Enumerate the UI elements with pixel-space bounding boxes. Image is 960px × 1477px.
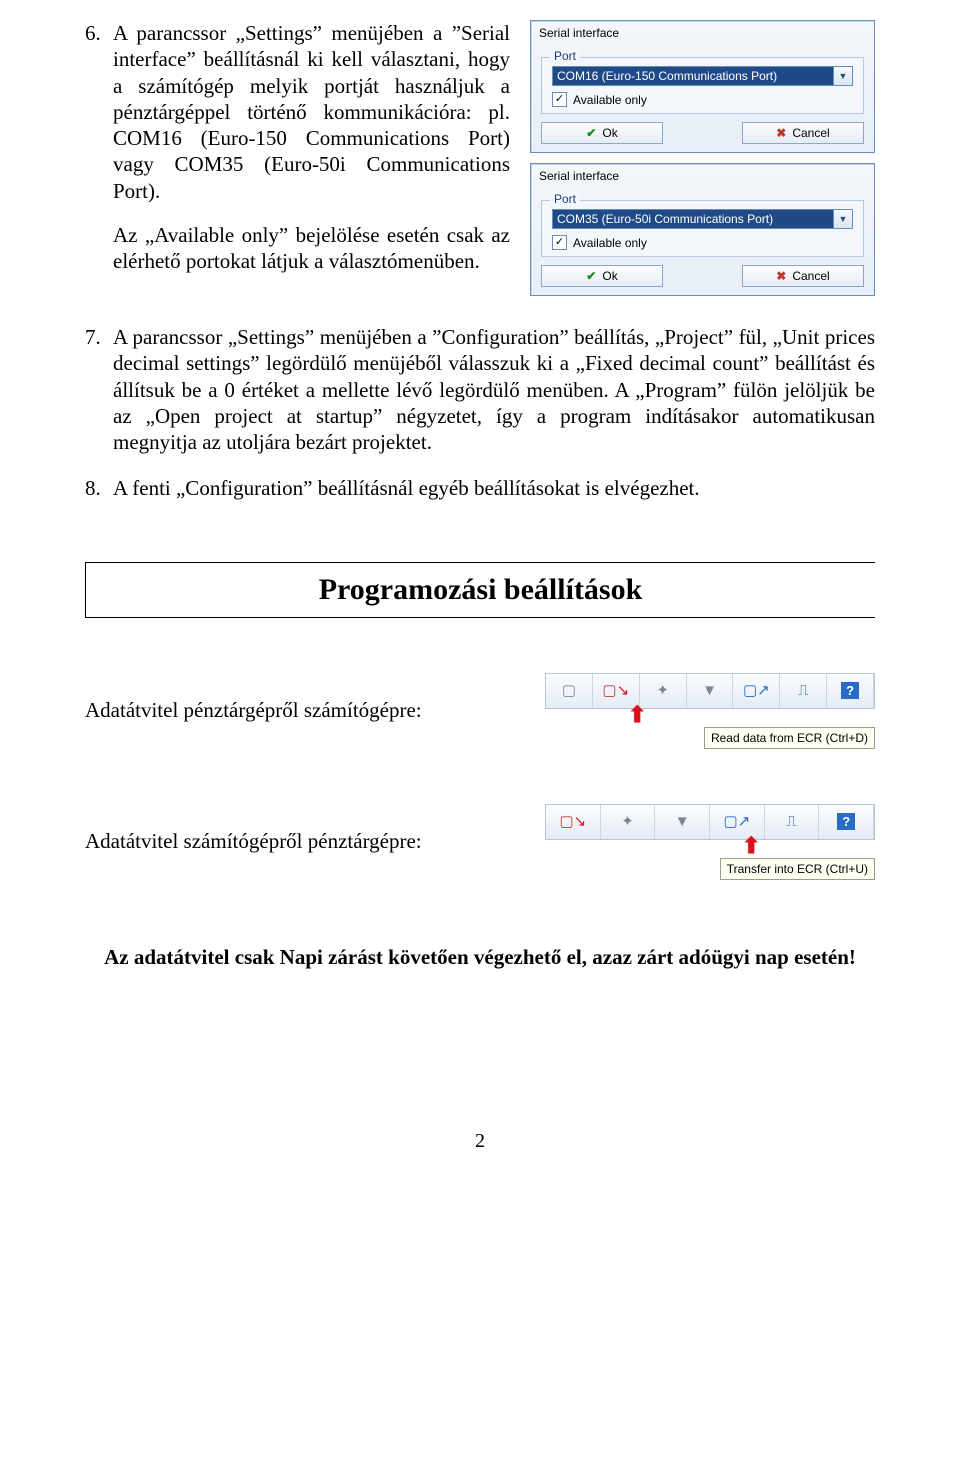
- filter-icon: ▼: [675, 814, 690, 829]
- dropdown-button[interactable]: ▼: [834, 209, 853, 229]
- toolbar-strip: ▢↘ ✦ ▼ ▢↗ ⎍ ? ⬆: [545, 804, 875, 840]
- toolbar-button[interactable]: ▢↘: [546, 805, 601, 839]
- toolbar-button[interactable]: ?: [827, 674, 874, 708]
- export-icon: ▢↗: [743, 683, 770, 698]
- port-select[interactable]: COM16 (Euro-150 Communications Port): [552, 66, 834, 86]
- paragraph: Az „Available only” bejelölése esetén cs…: [113, 222, 510, 275]
- toolbar-screenshot-2: ▢↘ ✦ ▼ ▢↗ ⎍ ? ⬆ Transfer into ECR (Ctrl+…: [545, 804, 875, 880]
- arrow-indicator-icon: ⬆: [628, 704, 646, 726]
- toolbar-button[interactable]: ⎍: [765, 805, 820, 839]
- available-only-label: Available only: [573, 93, 647, 107]
- paragraph: A parancssor „Settings” menüjében a ”Con…: [113, 324, 875, 455]
- toolbar-button[interactable]: ▼: [655, 805, 710, 839]
- serial-interface-dialog-2: Serial interface Port COM35 (Euro-50i Co…: [530, 163, 875, 296]
- dialog-title: Serial interface: [531, 21, 874, 45]
- check-icon: ✔: [586, 269, 596, 283]
- help-icon: ?: [841, 682, 859, 699]
- transfer-label: Adatátvitel pénztárgépről számítógépre:: [85, 698, 422, 723]
- ok-button[interactable]: ✔ Ok: [541, 265, 663, 287]
- toolbar-button[interactable]: ?: [819, 805, 874, 839]
- export-icon: ▢↗: [723, 814, 750, 829]
- groupbox-legend: Port: [550, 192, 580, 206]
- section-title: Programozási beállítások: [85, 562, 875, 618]
- paragraph-list: 7. A parancssor „Settings” menüjében a ”…: [85, 324, 875, 502]
- available-only-checkbox[interactable]: ✓: [552, 92, 567, 107]
- dialog-body: Port COM35 (Euro-50i Communications Port…: [531, 188, 874, 295]
- dialog-title: Serial interface: [531, 164, 874, 188]
- available-only-row: ✓ Available only: [552, 235, 853, 250]
- dialog-button-row: ✔ Ok ✖ Cancel: [541, 122, 864, 144]
- usb-icon: ⎍: [786, 813, 797, 830]
- document-page: 6. A parancssor „Settings” menüjében a ”…: [0, 0, 960, 1183]
- port-groupbox: Port COM35 (Euro-50i Communications Port…: [541, 200, 864, 257]
- transfer-label: Adatátvitel számítógépről pénztárgépre:: [85, 829, 422, 854]
- port-select[interactable]: COM35 (Euro-50i Communications Port): [552, 209, 834, 229]
- toolbar-strip: ▢ ▢↘ ✦ ▼ ▢↗ ⎍ ? ⬆: [545, 673, 875, 709]
- toolbar-button[interactable]: ✦: [640, 674, 687, 708]
- filter-icon: ▼: [702, 683, 717, 698]
- toolbar-button[interactable]: ▼: [687, 674, 734, 708]
- wizard-icon: ✦: [656, 683, 669, 698]
- toolbar-button[interactable]: ▢: [546, 674, 593, 708]
- paragraph: A fenti „Configuration” beállításnál egy…: [113, 475, 875, 501]
- paragraph: A parancssor „Settings” menüjében a ”Ser…: [113, 20, 510, 204]
- toolbar-screenshot-1: ▢ ▢↘ ✦ ▼ ▢↗ ⎍ ? ⬆ Read data from ECR (Ct…: [545, 673, 875, 749]
- arrow-indicator-icon: ⬆: [742, 835, 760, 857]
- dialogs-column: Serial interface Port COM16 (Euro-150 Co…: [530, 20, 875, 296]
- import-icon: ▢↘: [602, 683, 629, 698]
- groupbox-legend: Port: [550, 49, 580, 63]
- available-only-row: ✓ Available only: [552, 92, 853, 107]
- ok-button[interactable]: ✔ Ok: [541, 122, 663, 144]
- help-icon: ?: [837, 813, 855, 830]
- dialog-body: Port COM16 (Euro-150 Communications Port…: [531, 45, 874, 152]
- button-label: Cancel: [792, 126, 829, 140]
- wizard-icon: ✦: [621, 814, 634, 829]
- text-column: 6. A parancssor „Settings” menüjében a ”…: [85, 20, 510, 292]
- cancel-button[interactable]: ✖ Cancel: [742, 122, 864, 144]
- cross-icon: ✖: [776, 126, 786, 140]
- button-label: Ok: [602, 269, 617, 283]
- list-body: A parancssor „Settings” menüjében a ”Ser…: [113, 20, 510, 274]
- usb-icon: ⎍: [798, 682, 809, 699]
- dropdown-button[interactable]: ▼: [834, 66, 853, 86]
- port-select-row: COM16 (Euro-150 Communications Port) ▼: [552, 66, 853, 86]
- serial-interface-dialog-1: Serial interface Port COM16 (Euro-150 Co…: [530, 20, 875, 153]
- list-number: 7.: [85, 324, 113, 455]
- toolbar-button[interactable]: ▢↗: [733, 674, 780, 708]
- dialog-button-row: ✔ Ok ✖ Cancel: [541, 265, 864, 287]
- sheet-icon: ▢: [562, 683, 576, 698]
- available-only-checkbox[interactable]: ✓: [552, 235, 567, 250]
- tooltip-text: Read data from ECR (Ctrl+D): [704, 727, 875, 749]
- check-icon: ✔: [586, 126, 596, 140]
- port-select-row: COM35 (Euro-50i Communications Port) ▼: [552, 209, 853, 229]
- transfer-row-1: Adatátvitel pénztárgépről számítógépre: …: [85, 673, 875, 749]
- tooltip-text: Transfer into ECR (Ctrl+U): [720, 858, 875, 880]
- chevron-down-icon: ▼: [839, 71, 848, 81]
- button-label: Ok: [602, 126, 617, 140]
- list-item-8: 8. A fenti „Configuration” beállításnál …: [85, 475, 875, 501]
- cross-icon: ✖: [776, 269, 786, 283]
- top-row: 6. A parancssor „Settings” menüjében a ”…: [85, 20, 875, 296]
- list-item-7: 7. A parancssor „Settings” menüjében a ”…: [85, 324, 875, 455]
- closing-note: Az adatátvitel csak Napi zárást követően…: [85, 945, 875, 970]
- transfer-row-2: Adatátvitel számítógépről pénztárgépre: …: [85, 804, 875, 880]
- list-item-6: 6. A parancssor „Settings” menüjében a ”…: [85, 20, 510, 274]
- toolbar-button[interactable]: ✦: [601, 805, 656, 839]
- button-label: Cancel: [792, 269, 829, 283]
- list-number: 6.: [85, 20, 113, 274]
- page-number: 2: [85, 1130, 875, 1153]
- cancel-button[interactable]: ✖ Cancel: [742, 265, 864, 287]
- toolbar-button[interactable]: ⎍: [780, 674, 827, 708]
- import-icon: ▢↘: [559, 814, 586, 829]
- chevron-down-icon: ▼: [839, 214, 848, 224]
- port-groupbox: Port COM16 (Euro-150 Communications Port…: [541, 57, 864, 114]
- tooltip: Transfer into ECR (Ctrl+U): [545, 858, 875, 880]
- tooltip: Read data from ECR (Ctrl+D): [545, 727, 875, 749]
- available-only-label: Available only: [573, 236, 647, 250]
- list-number: 8.: [85, 475, 113, 501]
